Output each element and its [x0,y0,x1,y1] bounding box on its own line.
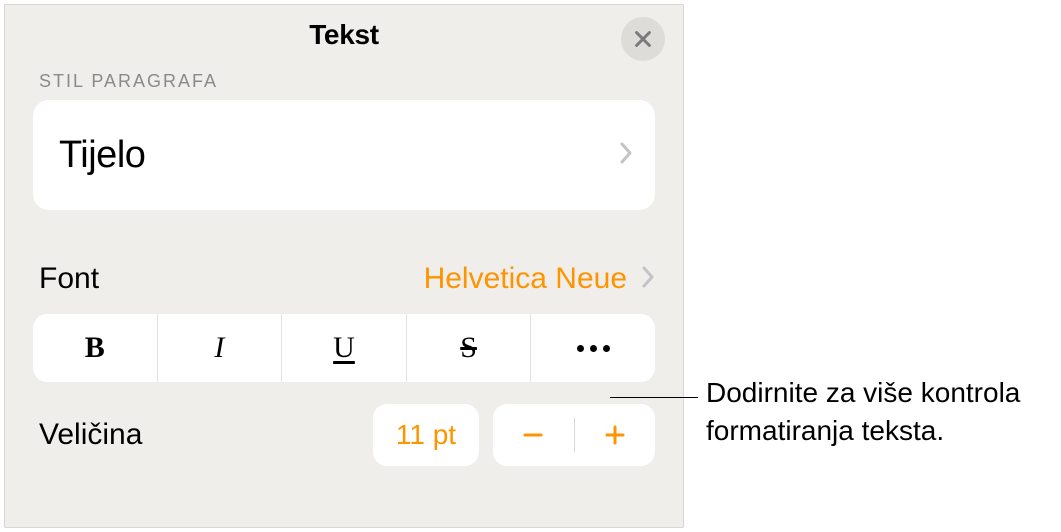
size-controls: 11 pt [373,404,655,466]
size-value-button[interactable]: 11 pt [373,404,479,466]
size-decrease-button[interactable] [493,404,574,466]
callout-line-1: Dodirnite za više kontrola [706,377,1020,408]
section-label-paragraph-style: STIL PARAGRAFA [5,65,683,100]
strikethrough-button[interactable]: S [407,314,532,382]
size-row: Veličina 11 pt [33,404,655,466]
minus-icon [521,423,545,447]
close-button[interactable] [621,17,665,61]
size-label: Veličina [33,418,142,452]
font-value-wrap: Helvetica Neue [424,262,655,296]
callout-text: Dodirnite za više kontrola formatiranja … [706,374,1056,450]
strikethrough-icon: S [460,331,477,365]
size-stepper [493,404,655,466]
italic-icon: I [214,331,224,365]
italic-button[interactable]: I [158,314,283,382]
callout-leader-line [610,397,698,398]
panel-title: Tekst [309,19,379,51]
plus-icon [603,423,627,447]
more-icon [577,345,610,352]
font-value: Helvetica Neue [424,262,627,296]
font-label: Font [33,262,99,296]
underline-icon: U [333,331,355,365]
bold-button[interactable]: B [33,314,158,382]
paragraph-style-value: Tijelo [59,134,145,177]
bold-icon: B [85,331,105,365]
chevron-right-icon [641,265,655,294]
chevron-right-icon [619,141,633,170]
size-increase-button[interactable] [575,404,656,466]
callout-line-2: formatiranja teksta. [706,415,944,446]
paragraph-style-selector[interactable]: Tijelo [33,100,655,210]
format-panel: Tekst STIL PARAGRAFA Tijelo Font Helveti… [4,4,684,528]
font-selector[interactable]: Font Helvetica Neue [33,262,655,296]
close-icon [632,28,654,50]
underline-button[interactable]: U [282,314,407,382]
more-options-button[interactable] [531,314,655,382]
font-style-toolbar: B I U S [33,314,655,382]
panel-header: Tekst [5,5,683,65]
